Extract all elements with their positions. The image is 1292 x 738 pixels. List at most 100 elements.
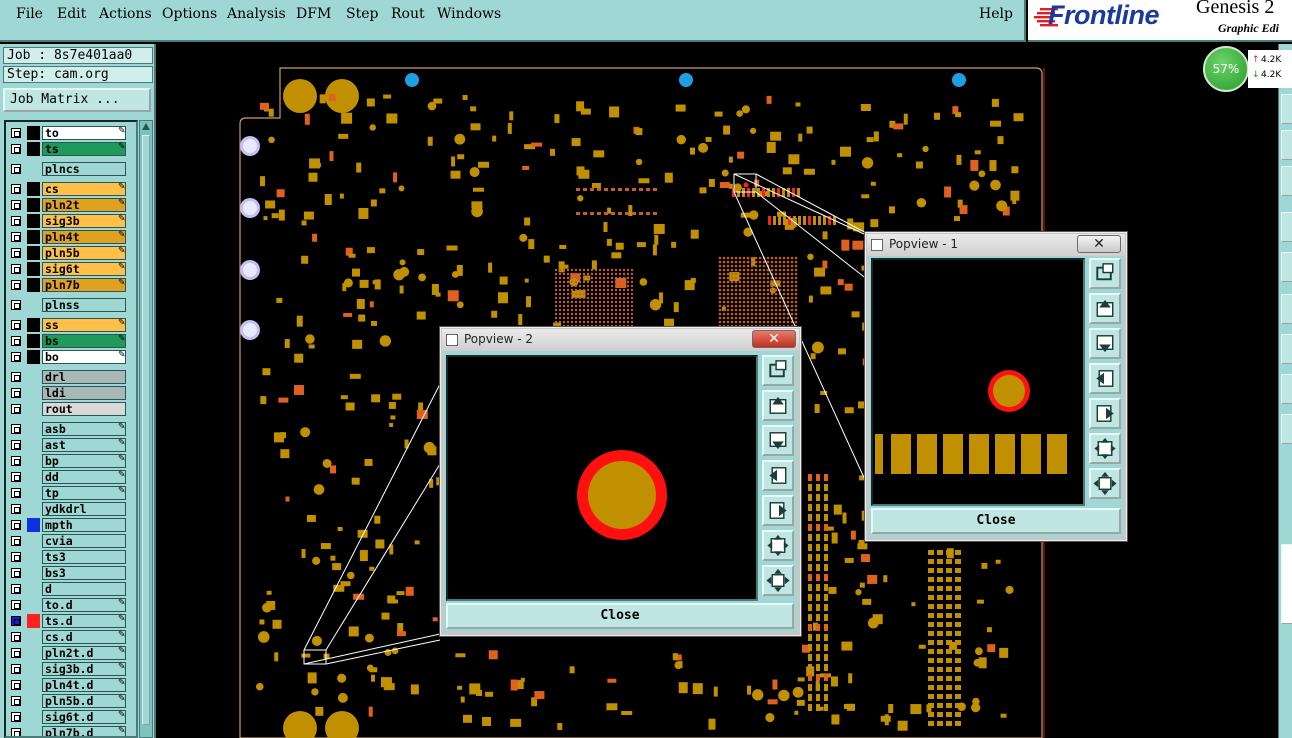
right-tool-button-7[interactable]	[1281, 334, 1292, 364]
layer-name[interactable]: bp	[42, 454, 126, 468]
right-tool-button-1[interactable]	[1281, 94, 1292, 124]
layer-name[interactable]: rout	[42, 402, 126, 416]
layer-name[interactable]: pln4t	[42, 230, 126, 244]
layer-checkbox[interactable]	[11, 144, 21, 154]
menu-file[interactable]: File	[16, 6, 43, 22]
layer-row-bo[interactable]: bo ✎	[8, 350, 134, 364]
layer-checkbox[interactable]	[11, 336, 21, 346]
layer-color-swatch[interactable]	[27, 262, 40, 276]
layer-checkbox[interactable]	[11, 320, 21, 330]
layer-name[interactable]: mpth	[42, 518, 126, 532]
layer-color-swatch[interactable]	[27, 278, 40, 292]
layer-name[interactable]: d	[42, 582, 126, 596]
layer-color-swatch[interactable]	[27, 334, 40, 348]
menu-dfm[interactable]: DFM	[296, 6, 331, 22]
layer-color-swatch[interactable]	[27, 214, 40, 228]
layer-checkbox[interactable]	[11, 568, 21, 578]
layer-name[interactable]: sig6t	[42, 262, 126, 276]
layer-name[interactable]: pln7b.d	[42, 726, 126, 736]
popview-1-close-x-button[interactable]: ✕	[1077, 235, 1121, 253]
layer-checkbox[interactable]	[11, 648, 21, 658]
layer-name[interactable]: cvia	[42, 534, 126, 548]
layer-checkbox[interactable]	[11, 440, 21, 450]
layer-row-to[interactable]: to ✎	[8, 126, 134, 140]
layer-checkbox[interactable]	[11, 536, 21, 546]
layer-name[interactable]: drl	[42, 370, 126, 384]
popview-tool-button[interactable]	[762, 530, 794, 561]
layer-row-pln7b[interactable]: pln7b ✎	[8, 278, 134, 292]
right-tool-button-8[interactable]	[1281, 374, 1292, 404]
layer-checkbox[interactable]	[11, 184, 21, 194]
layer-color-swatch[interactable]	[27, 318, 40, 332]
job-matrix-button[interactable]: Job Matrix ...	[3, 88, 151, 112]
layer-name[interactable]: pln5b	[42, 246, 126, 260]
layer-name[interactable]: bo	[42, 350, 126, 364]
layer-name[interactable]: tp	[42, 486, 126, 500]
layer-color-swatch[interactable]	[27, 518, 40, 532]
layer-row-sig3b[interactable]: sig3b ✎	[8, 214, 134, 228]
layer-name[interactable]: sig6t.d	[42, 710, 126, 724]
right-tool-button-5[interactable]	[1281, 252, 1292, 282]
layer-row-ss[interactable]: ss ✎	[8, 318, 134, 332]
layer-checkbox[interactable]	[11, 488, 21, 498]
layer-checkbox[interactable]	[11, 600, 21, 610]
layer-row-pln5b-d[interactable]: pln5b.d ✎	[8, 694, 134, 708]
layer-name[interactable]: pln2t.d	[42, 646, 126, 660]
layer-checkbox[interactable]	[11, 456, 21, 466]
layer-row-ts[interactable]: ts ✎	[8, 142, 134, 156]
layer-row-bp[interactable]: bp ✎	[8, 454, 134, 468]
layer-color-swatch[interactable]	[27, 198, 40, 212]
layer-checkbox[interactable]	[11, 164, 21, 174]
layer-row-drl[interactable]: drl	[8, 370, 134, 384]
layer-row-pln2t[interactable]: pln2t ✎	[8, 198, 134, 212]
popview-tool-button[interactable]	[1089, 258, 1121, 289]
popview-2-close-x-button[interactable]: ✕	[752, 330, 796, 348]
menu-windows[interactable]: Windows	[437, 6, 501, 22]
menu-actions[interactable]: Actions	[99, 6, 152, 22]
menu-options[interactable]: Options	[162, 6, 217, 22]
layer-row-ts-d[interactable]: ts.d ✎	[8, 614, 134, 628]
popview-tool-button[interactable]	[1089, 293, 1121, 324]
layer-name[interactable]: pln7b	[42, 278, 126, 292]
layer-name[interactable]: bs3	[42, 566, 126, 580]
popview-tool-button[interactable]	[1089, 328, 1121, 359]
layer-checkbox[interactable]	[11, 696, 21, 706]
layer-name[interactable]: bs	[42, 334, 126, 348]
layer-name[interactable]: pln4t.d	[42, 678, 126, 692]
layer-name[interactable]: ldi	[42, 386, 126, 400]
layer-name[interactable]: plncs	[42, 162, 126, 176]
layer-name[interactable]: ss	[42, 318, 126, 332]
layer-name[interactable]: ts	[42, 142, 126, 156]
layer-checkbox[interactable]	[11, 404, 21, 414]
layer-checkbox[interactable]	[11, 372, 21, 382]
layer-name[interactable]: sig3b	[42, 214, 126, 228]
layer-checkbox[interactable]	[11, 520, 21, 530]
menu-analysis[interactable]: Analysis	[227, 6, 286, 22]
layer-row-pln2t-d[interactable]: pln2t.d ✎	[8, 646, 134, 660]
layer-name[interactable]: pln5b.d	[42, 694, 126, 708]
popview-tool-button[interactable]	[1089, 433, 1121, 464]
layer-checkbox[interactable]	[11, 264, 21, 274]
layer-row-tp[interactable]: tp ✎	[8, 486, 134, 500]
layer-row-cs-d[interactable]: cs.d ✎	[8, 630, 134, 644]
layer-row-sig6t[interactable]: sig6t ✎	[8, 262, 134, 276]
layer-checkbox[interactable]	[11, 300, 21, 310]
layer-row-cs[interactable]: cs ✎	[8, 182, 134, 196]
layer-color-swatch[interactable]	[27, 126, 40, 140]
layer-row-ldi[interactable]: ldi	[8, 386, 134, 400]
layer-name[interactable]: to.d	[42, 598, 126, 612]
layer-row-ts3[interactable]: ts3	[8, 550, 134, 564]
layer-row-bs[interactable]: bs ✎	[8, 334, 134, 348]
scroll-thumb[interactable]	[142, 135, 150, 725]
layer-checkbox[interactable]	[11, 552, 21, 562]
layer-row-ast[interactable]: ast ✎	[8, 438, 134, 452]
layer-name[interactable]: sig3b.d	[42, 662, 126, 676]
popview-2-close-button[interactable]: Close	[446, 603, 794, 629]
layer-color-swatch[interactable]	[27, 350, 40, 364]
layer-row-pln5b[interactable]: pln5b ✎	[8, 246, 134, 260]
layer-row-cvia[interactable]: cvia	[8, 534, 134, 548]
layer-row-dd[interactable]: dd ✎	[8, 470, 134, 484]
layer-name[interactable]: ydkdrl	[42, 502, 126, 516]
popview-tool-button[interactable]	[1089, 398, 1121, 429]
popview-tool-button[interactable]	[762, 355, 794, 386]
